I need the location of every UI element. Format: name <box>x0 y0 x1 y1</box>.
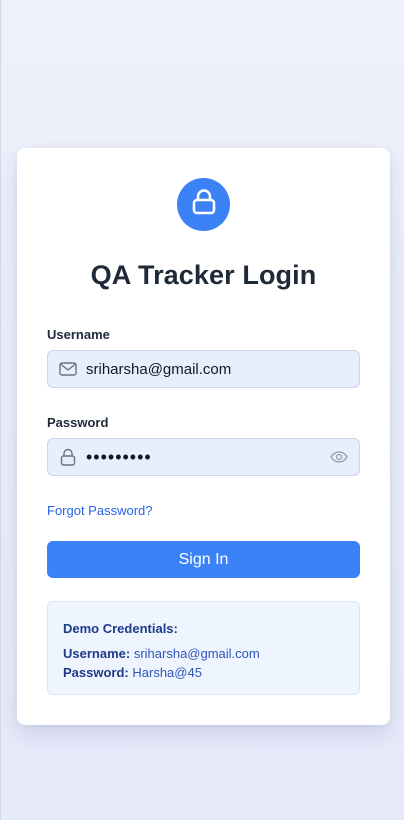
username-field[interactable] <box>47 350 360 388</box>
password-label: Password <box>47 415 109 430</box>
forgot-password-link[interactable]: Forgot Password? <box>47 503 153 518</box>
eye-icon[interactable] <box>329 447 349 467</box>
window-edge <box>0 0 1 820</box>
demo-username-value: sriharsha@gmail.com <box>133 646 260 661</box>
password-field[interactable] <box>47 438 360 476</box>
demo-password-value: Harsha@45 <box>132 665 202 680</box>
lock-icon <box>58 447 78 467</box>
password-input[interactable] <box>86 439 329 475</box>
demo-password-line: Password: Harsha@45 <box>63 665 202 680</box>
demo-credentials-box: Demo Credentials: Username: sriharsha@gm… <box>47 601 360 695</box>
username-input[interactable] <box>86 351 359 387</box>
lock-badge <box>177 178 230 231</box>
demo-password-key: Password: <box>63 665 129 680</box>
demo-username-line: Username: sriharsha@gmail.com <box>63 646 260 661</box>
demo-username-key: Username: <box>63 646 131 661</box>
username-label: Username <box>47 327 110 342</box>
login-card: QA Tracker Login Username Password Forgo… <box>17 148 390 725</box>
sign-in-button[interactable]: Sign In <box>47 541 360 578</box>
mail-icon <box>58 359 78 379</box>
lock-icon <box>191 188 217 221</box>
page-title: QA Tracker Login <box>90 260 317 290</box>
demo-title: Demo Credentials: <box>63 621 178 636</box>
